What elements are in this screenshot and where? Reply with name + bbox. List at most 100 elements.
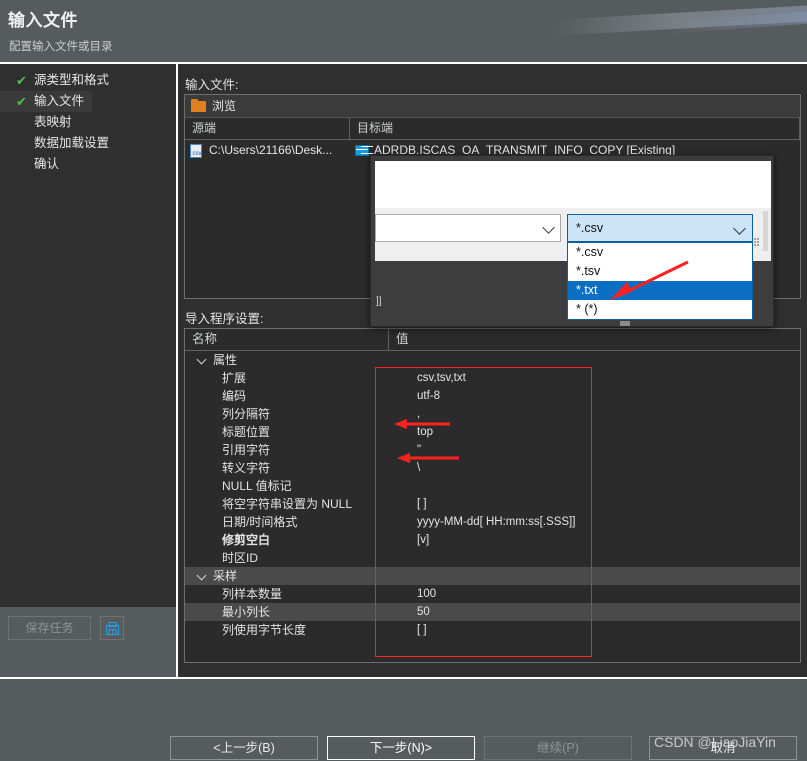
cell-source: csv C:\Users\21166\Desk...	[185, 140, 350, 161]
row-name: 修剪空白	[222, 533, 271, 547]
table-row[interactable]: 列分隔符 ,	[185, 405, 800, 423]
page-title: 输入文件	[8, 11, 78, 30]
browse-button[interactable]: 浏览	[191, 98, 236, 115]
file-table-header: 源端 目标端	[185, 118, 800, 140]
database-table-icon	[355, 145, 369, 156]
csv-file-icon: csv	[190, 144, 202, 158]
row-value[interactable]: [v]	[389, 531, 800, 549]
sidebar-item-label: 源类型和格式	[34, 73, 110, 87]
row-name: 最小列长	[222, 605, 271, 619]
row-value[interactable]: [ ]	[389, 621, 800, 639]
import-wizard-dialog: 输入文件 配置输入文件或目录 ✔ 源类型和格式 ✔ 输入文件 表映射 数据加载设…	[0, 0, 807, 761]
row-value[interactable]: ,	[389, 405, 800, 423]
wizard-footer: <上一步(B) 下一步(N)> 继续(P) 取消	[0, 679, 807, 761]
sidebar-item-label: 输入文件	[34, 94, 85, 108]
row-value[interactable]: csv,tsv,txt	[389, 369, 800, 387]
save-disk-icon-button[interactable]	[100, 616, 124, 640]
row-value[interactable]	[389, 477, 800, 495]
wizard-header: 输入文件 配置输入文件或目录	[0, 0, 807, 62]
cancel-button[interactable]: 取消	[649, 736, 797, 760]
popup-scrollbar[interactable]	[763, 211, 768, 251]
row-value[interactable]: 100	[389, 585, 800, 603]
row-name: 日期/时间格式	[222, 515, 298, 529]
table-row[interactable]: 属性	[185, 351, 800, 369]
table-row[interactable]: 扩展 csv,tsv,txt	[185, 369, 800, 387]
sidebar-item-confirm[interactable]: 确认	[0, 154, 176, 175]
table-row[interactable]: 将空字符串设置为 NULL [ ]	[185, 495, 800, 513]
table-row[interactable]: 列样本数量 100	[185, 585, 800, 603]
row-value[interactable]: top	[389, 423, 800, 441]
dropdown-option-txt[interactable]: *.txt	[568, 281, 752, 300]
back-button[interactable]: <上一步(B)	[170, 736, 318, 760]
table-row[interactable]: 采样	[185, 567, 800, 585]
filename-combobox[interactable]	[375, 214, 561, 242]
popup-bottom-nub	[620, 321, 630, 326]
sidebar-item-table-mapping[interactable]: 表映射	[0, 112, 176, 133]
row-value[interactable]: 50	[389, 603, 800, 621]
row-name: 将空字符串设置为 NULL	[222, 497, 353, 511]
importer-settings-label: 导入程序设置:	[185, 312, 264, 326]
table-row[interactable]: 时区ID	[185, 549, 800, 567]
file-filter-popup-window: ]] *.csv *.csv *.tsv *.txt * (*)	[370, 155, 774, 327]
row-value[interactable]: \	[389, 459, 800, 477]
row-value[interactable]	[389, 567, 800, 585]
column-header-name[interactable]: 名称	[185, 329, 389, 350]
row-name: 属性	[185, 351, 389, 369]
table-row[interactable]: 日期/时间格式 yyyy-MM-dd[ HH:mm:ss[.SSS]]	[185, 513, 800, 531]
proceed-button[interactable]: 继续(P)	[484, 736, 632, 760]
sidebar-footer: 保存任务	[0, 607, 176, 677]
row-name: 标题位置	[222, 425, 271, 439]
row-name: 列分隔符	[222, 407, 271, 421]
sidebar-item-input-files[interactable]: ✔ 输入文件	[0, 91, 93, 112]
chevron-down-icon[interactable]	[196, 570, 207, 581]
dropdown-option-tsv[interactable]: *.tsv	[568, 262, 752, 281]
column-header-target[interactable]: 目标端	[350, 118, 800, 139]
table-row[interactable]: 编码 utf-8	[185, 387, 800, 405]
table-row[interactable]: 引用字符 "	[185, 441, 800, 459]
sidebar-item-source-type[interactable]: ✔ 源类型和格式	[0, 70, 176, 91]
column-header-value[interactable]: 值	[389, 329, 800, 350]
dropdown-option-csv[interactable]: *.csv	[568, 243, 752, 262]
file-table-toolbar: 浏览	[185, 95, 800, 118]
table-row[interactable]: 转义字符 \	[185, 459, 800, 477]
importer-settings-table: 名称 值 属性 扩展 csv,tsv,txt 编码 utf-8 列分隔符 , 标…	[184, 328, 801, 663]
row-value[interactable]	[389, 351, 800, 369]
save-disk-icon	[105, 621, 119, 636]
chevron-down-icon	[733, 222, 746, 235]
file-type-dropdown-list[interactable]: *.csv *.tsv *.txt * (*)	[567, 242, 753, 320]
row-name: 编码	[222, 389, 247, 403]
check-icon: ✔	[16, 73, 27, 88]
column-header-source[interactable]: 源端	[185, 118, 350, 139]
save-task-button[interactable]: 保存任务	[8, 616, 91, 640]
table-row[interactable]: 最小列长 50	[185, 603, 800, 621]
check-icon: ✔	[16, 94, 27, 109]
row-value[interactable]: "	[389, 441, 800, 459]
next-button[interactable]: 下一步(N)>	[327, 736, 475, 760]
file-type-selected-value: *.csv	[576, 221, 604, 235]
cell-source-text: C:\Users\21166\Desk...	[209, 143, 333, 157]
chevron-down-icon	[542, 221, 555, 234]
sidebar-item-label: 表映射	[34, 115, 72, 129]
chevron-down-icon[interactable]	[196, 354, 207, 365]
table-row[interactable]: 修剪空白 [v]	[185, 531, 800, 549]
row-value[interactable]: utf-8	[389, 387, 800, 405]
table-row[interactable]: NULL 值标记	[185, 477, 800, 495]
sidebar-item-data-load-settings[interactable]: 数据加载设置	[0, 133, 176, 154]
row-value[interactable]: [ ]	[389, 495, 800, 513]
row-name: NULL 值标记	[222, 479, 292, 493]
row-name-text: 属性	[213, 353, 238, 367]
row-value[interactable]	[389, 549, 800, 567]
input-files-label: 输入文件:	[185, 78, 239, 92]
popup-low-text: ]]	[376, 296, 382, 307]
row-value[interactable]: yyyy-MM-dd[ HH:mm:ss[.SSS]]	[389, 513, 800, 531]
sidebar-item-label: 数据加载设置	[34, 136, 110, 150]
row-name-text: 采样	[213, 569, 238, 583]
table-row[interactable]: 标题位置 top	[185, 423, 800, 441]
dropdown-option-all[interactable]: * (*)	[568, 300, 752, 319]
props-table-header: 名称 值	[185, 329, 800, 351]
browse-label: 浏览	[212, 99, 237, 113]
popup-white-area	[375, 161, 771, 208]
table-row[interactable]: 列使用字节长度 [ ]	[185, 621, 800, 639]
file-type-combobox[interactable]: *.csv	[567, 214, 753, 242]
row-name: 列使用字节长度	[222, 623, 307, 637]
